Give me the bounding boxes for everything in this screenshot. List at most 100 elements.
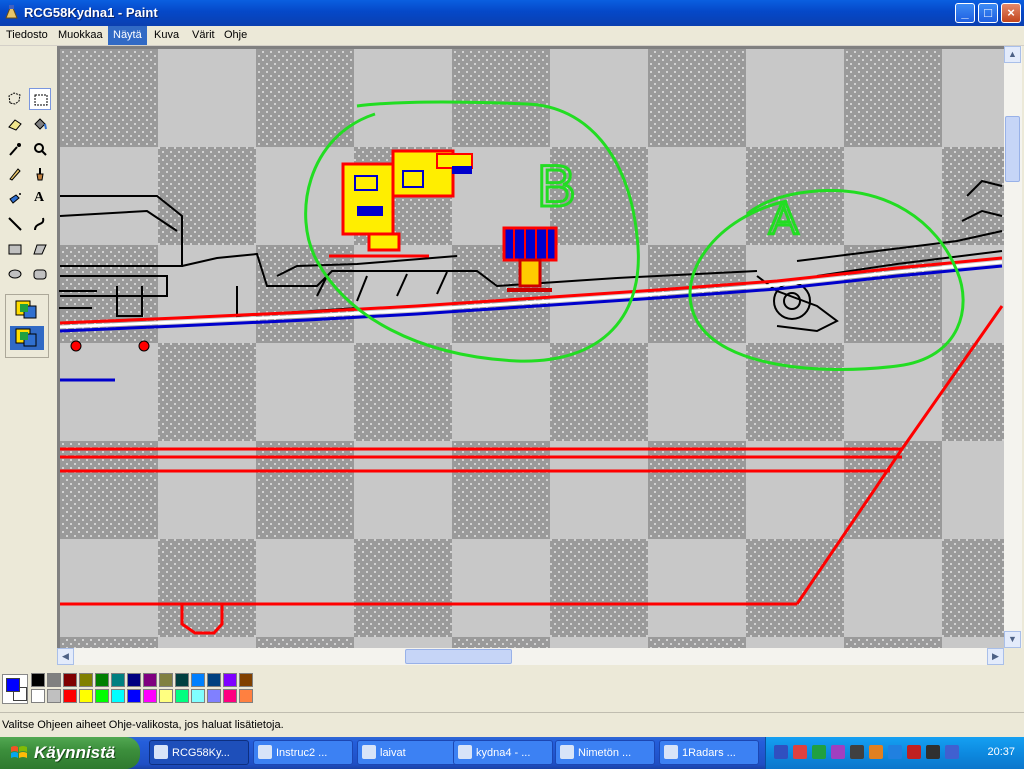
taskbar-button[interactable]: Instruc2 ... (253, 740, 353, 765)
task-label: laivat (380, 747, 406, 759)
maximize-button[interactable]: □ (978, 3, 998, 23)
pencil-tool[interactable] (4, 163, 26, 185)
taskbar-button[interactable]: Nimetön ... (555, 740, 655, 765)
polygon-icon (33, 244, 47, 255)
foreground-color-swatch[interactable] (6, 678, 20, 692)
palette-swatch[interactable] (47, 673, 61, 687)
rect-select-tool[interactable] (29, 88, 51, 110)
palette-swatch[interactable] (95, 673, 109, 687)
tray-app-icon[interactable] (926, 745, 940, 759)
taskbar-button[interactable]: 1Radars ... (659, 740, 759, 765)
rounded-rect-tool[interactable] (29, 263, 51, 285)
ellipse-icon (8, 269, 22, 279)
rectangle-tool[interactable] (4, 238, 26, 260)
palette-swatch[interactable] (223, 673, 237, 687)
palette-swatch[interactable] (191, 673, 205, 687)
task-app-icon (362, 745, 376, 759)
fill-bucket-icon (34, 118, 47, 130)
fill-bucket-tool[interactable] (29, 113, 51, 135)
taskbar-button[interactable]: kydna4 - ... (453, 740, 553, 765)
tool-options-box (5, 294, 49, 358)
magnifier-icon (34, 143, 47, 156)
palette-swatch[interactable] (31, 689, 45, 703)
magnifier-tool[interactable] (29, 138, 51, 160)
curve-tool[interactable] (29, 213, 51, 235)
scroll-right-icon[interactable]: ▶ (987, 648, 1004, 665)
task-label: RCG58Ky... (172, 747, 230, 759)
text-tool[interactable]: A (29, 188, 51, 210)
palette-swatch[interactable] (175, 689, 189, 703)
palette-swatch[interactable] (207, 689, 221, 703)
horizontal-scroll-thumb[interactable] (405, 649, 512, 664)
palette-swatch[interactable] (79, 689, 93, 703)
palette-swatch[interactable] (95, 689, 109, 703)
menu-bar: Tiedosto Muokkaa Näytä Kuva Värit Ohje (0, 26, 1024, 46)
taskbar-button[interactable]: laivat (357, 740, 457, 765)
palette-swatch[interactable] (239, 673, 253, 687)
line-tool[interactable] (4, 213, 26, 235)
menu-näytä[interactable]: Näytä (108, 26, 147, 45)
palette-swatch[interactable] (127, 673, 141, 687)
current-colors[interactable] (2, 674, 28, 704)
polygon-tool[interactable] (29, 238, 51, 260)
palette-swatch[interactable] (127, 689, 141, 703)
close-button[interactable]: × (1001, 3, 1021, 23)
palette-swatch[interactable] (175, 673, 189, 687)
palette-swatch[interactable] (143, 673, 157, 687)
task-app-icon (154, 745, 168, 759)
tray-app-icon[interactable] (907, 745, 921, 759)
palette-swatch[interactable] (79, 673, 93, 687)
transparent-on-option[interactable] (10, 326, 44, 350)
start-button[interactable]: Käynnistä (0, 737, 140, 769)
palette-swatch[interactable] (223, 689, 237, 703)
scroll-left-icon[interactable]: ◀ (57, 648, 74, 665)
drawing-canvas[interactable]: B A (57, 46, 1004, 648)
free-form-select-icon (8, 92, 21, 105)
vertical-scrollbar[interactable]: ▲ ▼ (1004, 46, 1022, 648)
horizontal-scrollbar[interactable]: ◀ ▶ (57, 648, 1004, 665)
tray-app-icon[interactable] (869, 745, 883, 759)
scroll-up-icon[interactable]: ▲ (1004, 46, 1021, 63)
palette-swatch[interactable] (159, 689, 173, 703)
menu-kuva[interactable]: Kuva (149, 26, 184, 45)
palette-swatch[interactable] (191, 689, 205, 703)
transparent-off-option[interactable] (10, 298, 44, 322)
palette-swatch[interactable] (31, 673, 45, 687)
palette-swatch[interactable] (207, 673, 221, 687)
menu-värit[interactable]: Värit (187, 26, 220, 45)
palette-swatch[interactable] (47, 689, 61, 703)
tray-app-icon[interactable] (774, 745, 788, 759)
palette-swatch[interactable] (63, 689, 77, 703)
palette-swatch[interactable] (111, 673, 125, 687)
menu-ohje[interactable]: Ohje (219, 26, 252, 45)
scroll-down-icon[interactable]: ▼ (1004, 631, 1021, 648)
vertical-scroll-thumb[interactable] (1005, 116, 1020, 182)
clock: 20:37 (987, 746, 1015, 758)
tray-app-icon[interactable] (945, 745, 959, 759)
eraser-icon (8, 119, 22, 131)
palette-swatch[interactable] (239, 689, 253, 703)
color-picker-tool[interactable] (4, 138, 26, 160)
tray-app-icon[interactable] (850, 745, 864, 759)
tray-app-icon[interactable] (793, 745, 807, 759)
minimize-button[interactable]: _ (955, 3, 975, 23)
rect-select-icon (34, 94, 48, 106)
palette-swatch[interactable] (143, 689, 157, 703)
tray-app-icon[interactable] (888, 745, 902, 759)
airbrush-icon (9, 193, 21, 204)
ellipse-tool[interactable] (4, 263, 26, 285)
palette-swatch[interactable] (111, 689, 125, 703)
free-form-select-tool[interactable] (4, 88, 26, 110)
brush-tool[interactable] (29, 163, 51, 185)
tray-app-icon[interactable] (812, 745, 826, 759)
tray-app-icon[interactable] (831, 745, 845, 759)
menu-muokkaa[interactable]: Muokkaa (53, 26, 108, 45)
menu-tiedosto[interactable]: Tiedosto (1, 26, 53, 45)
airbrush-tool[interactable] (4, 188, 26, 210)
curve-icon (34, 217, 45, 231)
eraser-tool[interactable] (4, 113, 26, 135)
text-icon: A (34, 190, 45, 205)
taskbar-button[interactable]: RCG58Ky... (149, 740, 249, 765)
palette-swatch[interactable] (159, 673, 173, 687)
palette-swatch[interactable] (63, 673, 77, 687)
